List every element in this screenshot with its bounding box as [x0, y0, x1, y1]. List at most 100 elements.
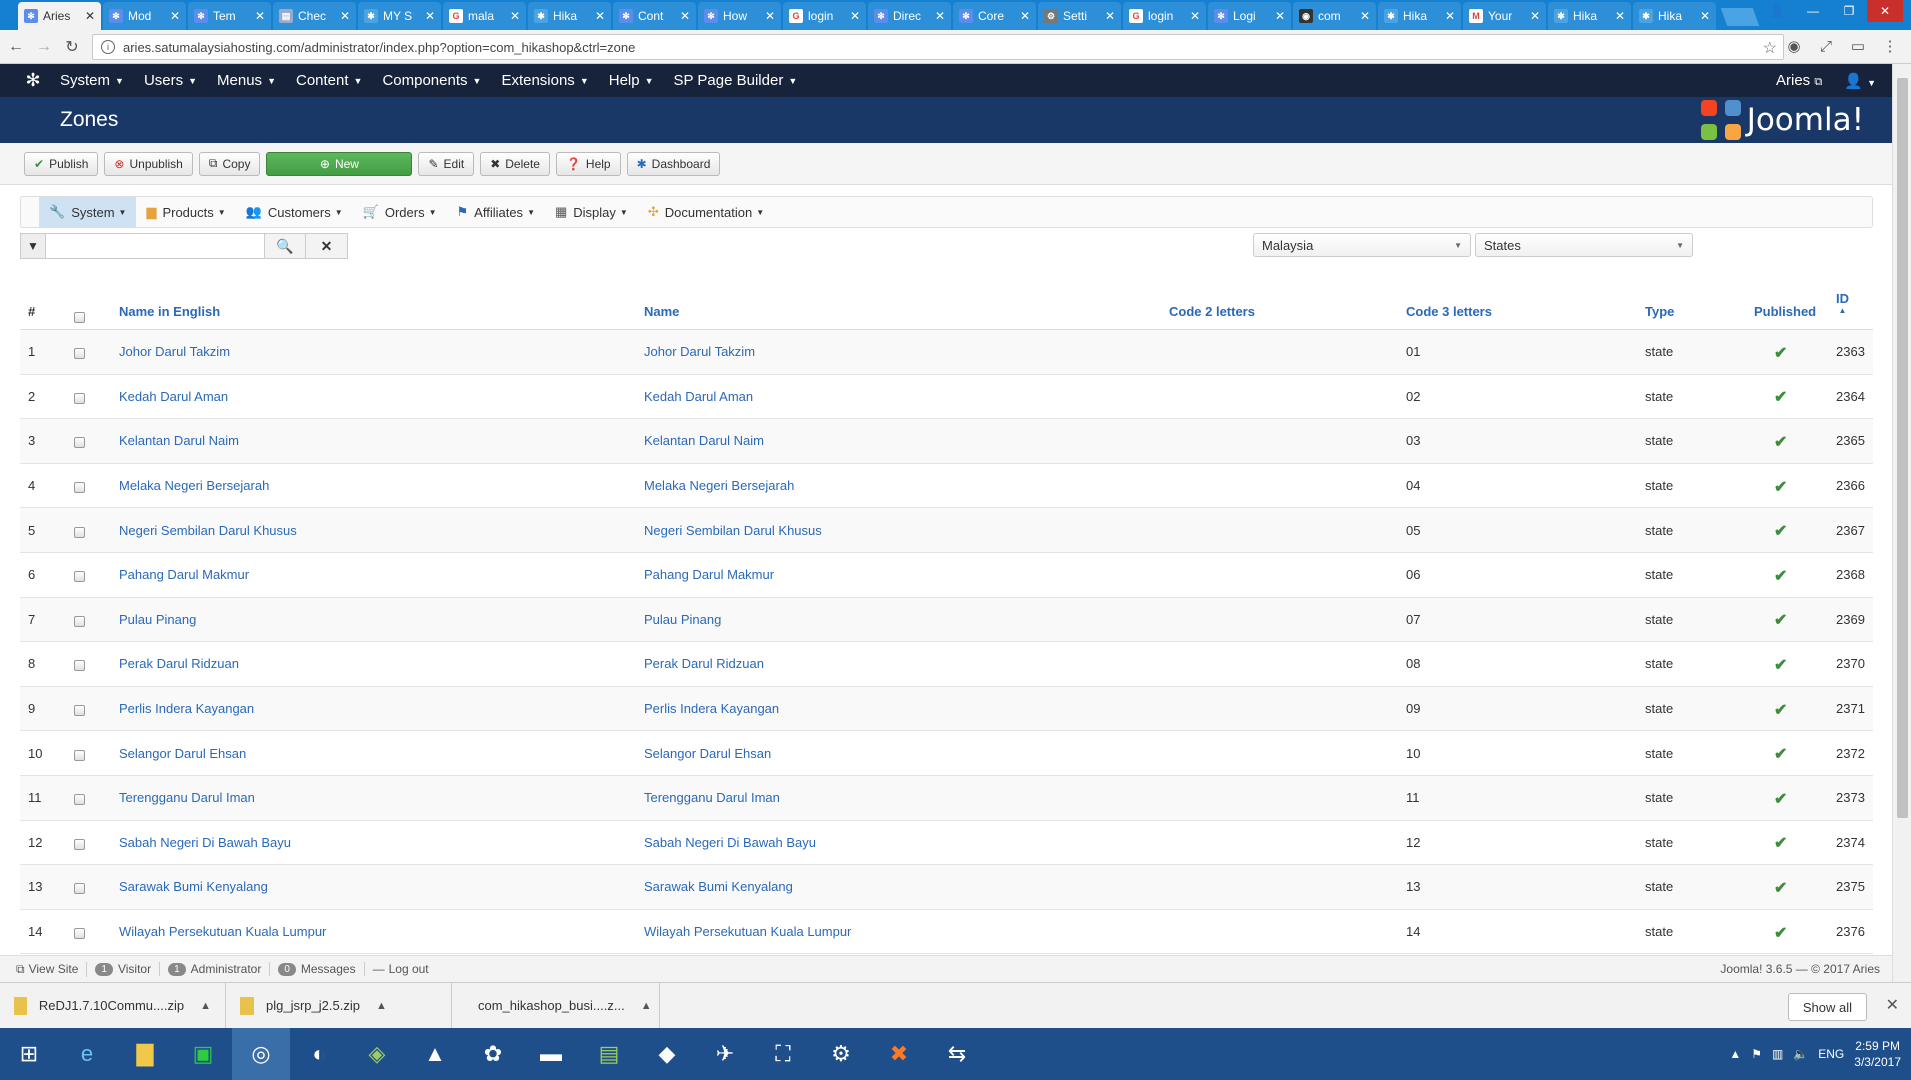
row-checkbox[interactable]: [74, 553, 85, 597]
search-input[interactable]: [46, 233, 264, 259]
topnav-item[interactable]: Menus ▼: [207, 72, 286, 89]
zone-name-en-link[interactable]: Wilayah Persekutuan Kuala Lumpur: [119, 910, 326, 954]
zone-name-en-link[interactable]: Pahang Darul Makmur: [119, 553, 249, 597]
menu-icon[interactable]: ⋮: [1879, 35, 1901, 57]
row-checkbox[interactable]: [74, 419, 85, 463]
zone-name-link[interactable]: Perlis Indera Kayangan: [644, 687, 779, 731]
close-tab-icon[interactable]: ✕: [595, 9, 605, 23]
browser-tab[interactable]: ✱ Hika ✕: [528, 2, 611, 30]
topnav-item[interactable]: SP Page Builder ▼: [664, 72, 808, 89]
chrome-icon[interactable]: ◎: [232, 1028, 290, 1080]
app-icon[interactable]: ✿: [464, 1028, 522, 1080]
zone-name-en-link[interactable]: Terengganu Darul Iman: [119, 776, 255, 820]
joomla-icon[interactable]: ✻: [16, 64, 50, 97]
published-toggle[interactable]: ✔: [1774, 865, 1787, 909]
close-tab-icon[interactable]: ✕: [935, 9, 945, 23]
row-checkbox[interactable]: [74, 598, 85, 642]
published-toggle[interactable]: ✔: [1774, 821, 1787, 865]
screen-capture-icon[interactable]: ⛶: [754, 1028, 812, 1080]
chevron-up-icon[interactable]: ▲: [641, 1000, 652, 1012]
browser-tab[interactable]: ✻ Direc ✕: [868, 2, 951, 30]
show-all-button[interactable]: Show all: [1787, 993, 1867, 1021]
close-tab-icon[interactable]: ✕: [1020, 9, 1030, 23]
chevron-up-icon[interactable]: ▲: [200, 1000, 211, 1012]
close-tab-icon[interactable]: ✕: [1700, 9, 1710, 23]
app-icon[interactable]: ⚙: [812, 1028, 870, 1080]
reload-icon[interactable]: ↻: [60, 35, 84, 59]
zone-name-en-link[interactable]: Negeri Sembilan Darul Khusus: [119, 508, 297, 552]
zone-name-en-link[interactable]: Melaka Negeri Bersejarah: [119, 464, 269, 508]
zone-name-link[interactable]: Wilayah Persekutuan Kuala Lumpur: [644, 910, 851, 954]
clear-button[interactable]: ✕: [306, 233, 348, 259]
close-tab-icon[interactable]: ✕: [1445, 9, 1455, 23]
chevron-up-icon[interactable]: ▲: [1729, 1047, 1741, 1061]
network-icon[interactable]: ⇆: [928, 1028, 986, 1080]
zone-name-link[interactable]: Negeri Sembilan Darul Khusus: [644, 508, 822, 552]
topnav-item[interactable]: System ▼: [50, 72, 134, 89]
row-checkbox[interactable]: [74, 330, 85, 374]
app-icon[interactable]: ▲: [406, 1028, 464, 1080]
hikashop-menu-item[interactable]: 👥 Customers ▼: [236, 197, 353, 227]
zone-name-link[interactable]: Kelantan Darul Naim: [644, 419, 764, 463]
published-toggle[interactable]: ✔: [1774, 776, 1787, 820]
ie-icon[interactable]: e: [58, 1028, 116, 1080]
zone-name-en-link[interactable]: Kedah Darul Aman: [119, 375, 228, 419]
col-published[interactable]: Published: [1754, 282, 1816, 329]
browser-tab[interactable]: ▤ Chec ✕: [273, 2, 356, 30]
browser-tab[interactable]: ✻ Mod ✕: [103, 2, 186, 30]
hikashop-menu-item[interactable]: ⚑ Affiliates ▼: [447, 197, 545, 227]
zone-name-en-link[interactable]: Sabah Negeri Di Bawah Bayu: [119, 821, 291, 865]
language-indicator[interactable]: ENG: [1818, 1047, 1844, 1061]
published-toggle[interactable]: ✔: [1774, 910, 1787, 954]
browser-tab[interactable]: ✻ Tem ✕: [188, 2, 271, 30]
zone-name-link[interactable]: Perak Darul Ridzuan: [644, 642, 764, 686]
browser-tab[interactable]: ✱ MY S ✕: [358, 2, 441, 30]
browser-tab[interactable]: ✱ Hika ✕: [1633, 2, 1716, 30]
zone-name-link[interactable]: Selangor Darul Ehsan: [644, 731, 771, 775]
browser-tab[interactable]: ✻ Core ✕: [953, 2, 1036, 30]
row-checkbox[interactable]: [74, 642, 85, 686]
bookmark-star-icon[interactable]: ☆: [1763, 38, 1777, 58]
unpublish-button[interactable]: ⊗ Unpublish: [104, 151, 193, 176]
close-tab-icon[interactable]: ✕: [340, 9, 350, 23]
search-button[interactable]: 🔍: [264, 233, 306, 259]
file-explorer-icon[interactable]: ▇: [116, 1028, 174, 1080]
row-checkbox[interactable]: [74, 910, 85, 954]
published-toggle[interactable]: ✔: [1774, 731, 1787, 775]
row-checkbox[interactable]: [74, 821, 85, 865]
close-tab-icon[interactable]: ✕: [680, 9, 690, 23]
store-icon[interactable]: ▣: [174, 1028, 232, 1080]
row-checkbox[interactable]: [74, 375, 85, 419]
browser-tab[interactable]: Glogin ✕: [783, 2, 866, 30]
zone-name-en-link[interactable]: Kelantan Darul Naim: [119, 419, 239, 463]
col-code3[interactable]: Code 3 letters: [1406, 282, 1492, 329]
view-site-link[interactable]: ⧉ View Site: [8, 961, 88, 977]
close-tab-icon[interactable]: ✕: [1190, 9, 1200, 23]
close-tab-icon[interactable]: ✕: [765, 9, 775, 23]
zone-name-link[interactable]: Pahang Darul Makmur: [644, 553, 774, 597]
flag-icon[interactable]: ⚑: [1751, 1047, 1762, 1061]
hikashop-menu-item[interactable]: ▦ Display ▼: [545, 197, 638, 227]
browser-tab[interactable]: ✱ Hika ✕: [1548, 2, 1631, 30]
zone-name-link[interactable]: Melaka Negeri Bersejarah: [644, 464, 794, 508]
url-input[interactable]: i aries.satumalaysiahosting.com/administ…: [92, 34, 1784, 60]
col-code2[interactable]: Code 2 letters: [1169, 282, 1255, 329]
zone-name-link[interactable]: Sabah Negeri Di Bawah Bayu: [644, 821, 816, 865]
download-item[interactable]: plg_jsrp_j2.5.zip ▲: [226, 982, 452, 1029]
row-checkbox[interactable]: [74, 776, 85, 820]
minimize-button[interactable]: —: [1795, 0, 1831, 22]
col-name[interactable]: Name: [644, 282, 679, 329]
close-tab-icon[interactable]: ✕: [1275, 9, 1285, 23]
zone-name-link[interactable]: Sarawak Bumi Kenyalang: [644, 865, 793, 909]
select-all-checkbox[interactable]: [74, 282, 85, 329]
topnav-item[interactable]: Extensions ▼: [491, 72, 598, 89]
col-type[interactable]: Type: [1645, 282, 1674, 329]
xampp-icon[interactable]: ✖: [870, 1028, 928, 1080]
close-tab-icon[interactable]: ✕: [1360, 9, 1370, 23]
browser-tab[interactable]: ✻ Logi ✕: [1208, 2, 1291, 30]
screen-icon[interactable]: ▭: [1847, 35, 1869, 57]
site-link[interactable]: Aries ⧉: [1776, 72, 1822, 89]
browser-tab[interactable]: ✻ How ✕: [698, 2, 781, 30]
app-icon[interactable]: ✈: [696, 1028, 754, 1080]
row-checkbox[interactable]: [74, 865, 85, 909]
